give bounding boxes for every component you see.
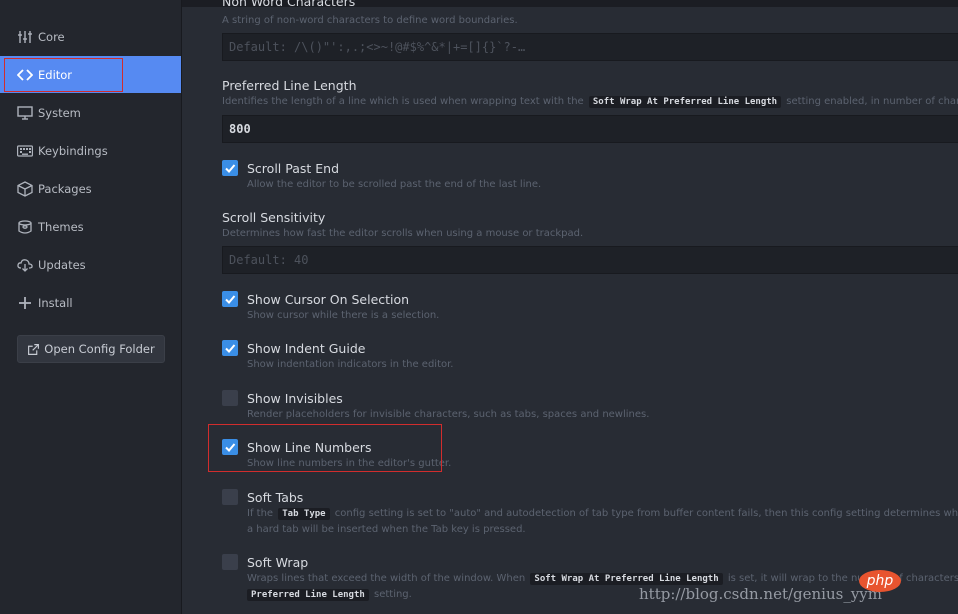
soft-tabs-checkbox[interactable] [222,489,238,505]
sidebar-item-core[interactable]: Core [0,18,181,56]
settings-panel: Non Word Characters A string of non-word… [182,0,958,614]
show-line-numbers-desc: Show line numbers in the editor's gutter… [247,458,452,469]
soft-tabs-title: Soft Tabs [247,490,304,505]
soft-wrap-desc-line2: Preferred Line Length setting. [247,589,412,601]
show-invisibles-desc: Render placeholders for invisible charac… [247,409,650,420]
checkmark-icon [225,443,236,452]
package-icon [16,181,34,197]
code-tag: Soft Wrap At Preferred Line Length [588,96,782,108]
sidebar-item-label: Editor [38,67,73,82]
show-indent-guide-desc: Show indentation indicators in the edito… [247,359,454,370]
checkmark-icon [225,344,236,353]
monitor-icon [16,105,34,121]
desc-text: setting. [373,589,412,600]
show-cursor-on-selection-checkbox[interactable] [222,291,238,307]
checkmark-icon [225,164,236,173]
scroll-past-end-desc: Allow the editor to be scrolled past the… [247,179,542,190]
desc-text: If the [247,508,274,519]
sidebar-item-label: Updates [38,258,86,272]
sidebar-item-editor[interactable]: Editor [0,56,181,93]
scroll-past-end-checkbox[interactable] [222,160,238,176]
soft-wrap-desc: Wraps lines that exceed the width of the… [247,573,958,585]
show-indent-guide-checkbox[interactable] [222,340,238,356]
cloud-download-icon [16,257,34,273]
show-line-numbers-checkbox[interactable] [222,439,238,455]
sidebar-item-keybindings[interactable]: Keybindings [0,132,181,170]
soft-tabs-desc: If the Tab Type config setting is set to… [247,508,958,520]
sidebar-item-label: Packages [38,182,92,196]
show-invisibles-title: Show Invisibles [247,391,343,406]
sidebar-item-label: System [38,106,81,120]
show-line-numbers-title: Show Line Numbers [247,440,372,455]
sliders-icon [16,29,34,45]
scroll-sensitivity-title: Scroll Sensitivity [222,210,326,225]
sidebar-item-updates[interactable]: Updates [0,246,181,284]
soft-wrap-checkbox[interactable] [222,554,238,570]
preferred-line-length-title: Preferred Line Length [222,78,357,93]
soft-wrap-title: Soft Wrap [247,555,309,570]
preferred-line-length-input[interactable]: 800 [222,115,958,143]
sidebar-item-label: Themes [38,220,84,234]
non-word-characters-input[interactable]: Default: /\()"':,.;<>~!@#$%^&*|+=[]{}`?-… [222,33,958,61]
plus-icon [16,295,34,311]
non-word-characters-title: Non Word Characters [222,0,356,9]
scroll-past-end-title: Scroll Past End [247,161,340,176]
php-logo: php [859,570,901,592]
settings-window: Core Editor System Keybindings Packages [0,0,958,614]
open-config-folder-button[interactable]: Open Config Folder [17,335,165,363]
show-invisibles-checkbox[interactable] [222,390,238,406]
show-indent-guide-title: Show Indent Guide [247,341,366,356]
sidebar-item-label: Core [38,30,65,44]
scroll-sensitivity-input[interactable]: Default: 40 [222,246,958,274]
sidebar-item-label: Install [38,296,73,310]
checkmark-icon [225,295,236,304]
sidebar-item-packages[interactable]: Packages [0,170,181,208]
show-cursor-on-selection-title: Show Cursor On Selection [247,292,410,307]
desc-text: is set, it will wrap to the number of ch… [727,573,958,584]
desc-text: setting enabled, in number of characters… [786,96,958,107]
code-tag: Preferred Line Length [247,589,369,601]
sidebar-item-themes[interactable]: Themes [0,208,181,246]
watermark-url: http://blog.csdn.net/genius_yym [639,585,882,603]
non-word-characters-desc: A string of non-word characters to defin… [222,15,518,26]
link-external-icon [28,343,40,355]
code-icon [16,67,34,83]
show-cursor-on-selection-desc: Show cursor while there is a selection. [247,310,440,321]
settings-sidebar: Core Editor System Keybindings Packages [0,0,182,614]
sidebar-item-install[interactable]: Install [0,284,181,322]
desc-text: config setting is set to "auto" and auto… [334,508,958,519]
scroll-sensitivity-desc: Determines how fast the editor scrolls w… [222,228,584,239]
keyboard-icon [16,143,34,159]
paintcan-icon [16,219,34,235]
code-tag: Soft Wrap At Preferred Line Length [530,573,723,585]
open-config-folder-label: Open Config Folder [44,342,155,356]
code-tag: Tab Type [278,508,330,520]
preferred-line-length-desc: Identifies the length of a line which is… [222,96,958,108]
sidebar-item-label: Keybindings [38,144,108,158]
desc-text: Wraps lines that exceed the width of the… [247,573,526,584]
desc-text: Identifies the length of a line which is… [222,96,584,107]
soft-tabs-desc-line2: a hard tab will be inserted when the Tab… [247,524,526,535]
sidebar-item-system[interactable]: System [0,94,181,132]
